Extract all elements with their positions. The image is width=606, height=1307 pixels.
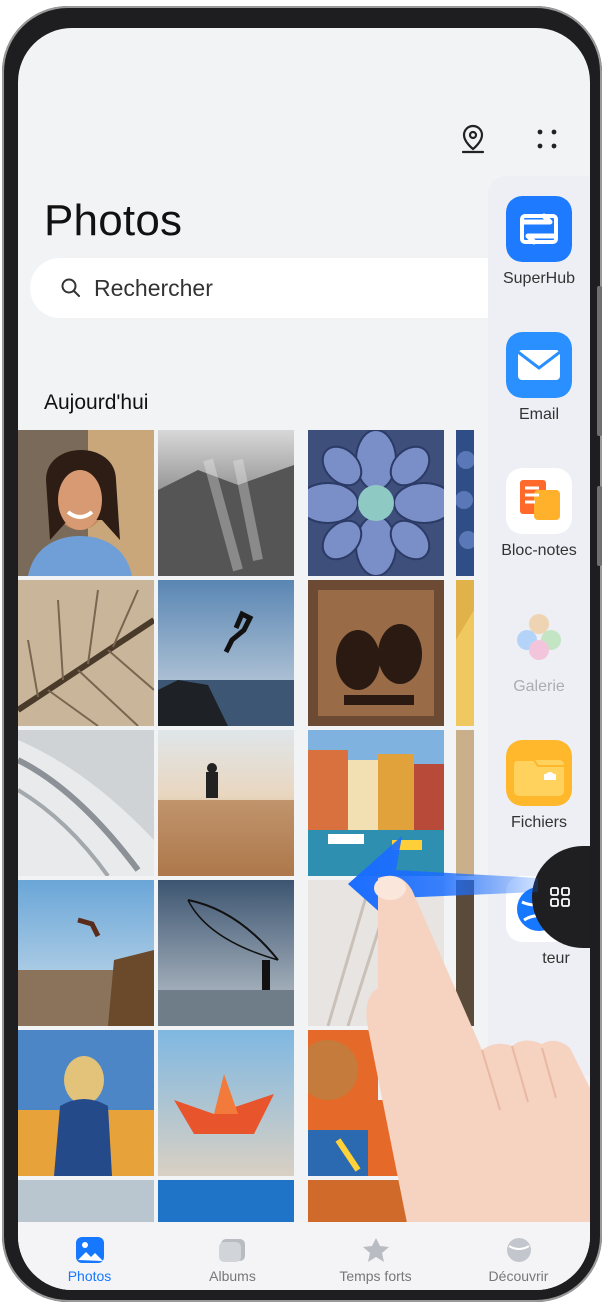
dock-item-galerie[interactable]: Galerie	[488, 604, 590, 696]
tab-temps-forts[interactable]: Temps forts	[316, 1222, 436, 1284]
photo-thumbnail[interactable]	[456, 580, 474, 726]
search-icon	[61, 278, 80, 297]
photo-thumbnail[interactable]	[18, 1030, 154, 1176]
photo-thumbnail[interactable]	[18, 580, 154, 726]
photo-thumbnail[interactable]	[456, 1030, 474, 1176]
photo-thumbnail[interactable]	[456, 880, 474, 1026]
screen: Photos Rechercher Aujourd'hui SuperHub E…	[18, 28, 590, 1290]
app-grid-icon	[550, 887, 570, 907]
photo-thumbnail[interactable]	[18, 730, 154, 876]
tab-label: Découvrir	[488, 1268, 549, 1284]
dock-item-superhub[interactable]: SuperHub	[488, 196, 590, 288]
superhub-icon	[506, 196, 572, 262]
photo-thumbnail[interactable]	[158, 880, 294, 1026]
tab-label: Albums	[209, 1268, 256, 1284]
photos-icon	[75, 1237, 104, 1263]
search-placeholder: Rechercher	[94, 274, 213, 301]
tab-label: Temps forts	[339, 1268, 412, 1284]
tab-photos[interactable]: Photos	[30, 1222, 150, 1284]
location-pin-icon[interactable]	[454, 120, 492, 158]
photo-thumbnail[interactable]	[308, 730, 444, 876]
dock-item-bloc-notes[interactable]: Bloc-notes	[488, 468, 590, 560]
files-icon	[506, 740, 572, 806]
photo-thumbnail[interactable]	[158, 1030, 294, 1176]
page-title: Photos	[44, 196, 183, 245]
photo-thumbnail[interactable]	[308, 880, 444, 1026]
volume-button	[597, 286, 602, 436]
tab-decouvrir[interactable]: Découvrir	[459, 1222, 579, 1284]
photo-thumbnail[interactable]	[18, 430, 154, 576]
dock-item-label: teur	[542, 950, 570, 967]
section-title: Aujourd'hui	[44, 391, 149, 414]
albums-icon	[218, 1239, 245, 1262]
notepad-icon	[506, 468, 572, 534]
gallery-icon	[517, 614, 561, 660]
photo-thumbnail[interactable]	[308, 430, 444, 576]
more-grid-icon[interactable]	[528, 120, 566, 158]
tab-albums[interactable]: Albums	[173, 1222, 293, 1284]
dock-item-label: Email	[518, 406, 559, 423]
dock-item-label: Galerie	[513, 678, 565, 695]
phone-frame: Photos Rechercher Aujourd'hui SuperHub E…	[2, 6, 602, 1302]
email-icon	[506, 332, 572, 398]
photo-thumbnail[interactable]	[158, 580, 294, 726]
photo-thumbnail[interactable]	[308, 580, 444, 726]
dock-item-label: Fichiers	[510, 814, 567, 831]
power-button	[597, 486, 602, 566]
dock-item-label: Bloc-notes	[501, 542, 577, 559]
photo-thumbnail[interactable]	[308, 1030, 444, 1176]
dock-item-label: SuperHub	[502, 270, 576, 287]
tab-label: Photos	[67, 1268, 112, 1284]
photo-thumbnail[interactable]	[456, 730, 474, 876]
bottom-tab-bar: Photos Albums Temps forts Découvrir	[18, 1222, 590, 1290]
discover-icon	[506, 1238, 531, 1262]
dock-item-fichiers[interactable]: Fichiers	[488, 740, 590, 832]
photo-thumbnail[interactable]	[158, 430, 294, 576]
photo-thumbnail[interactable]	[456, 430, 474, 576]
photo-thumbnail[interactable]	[18, 880, 154, 1026]
photo-thumbnail[interactable]	[158, 730, 294, 876]
star-icon	[362, 1238, 389, 1262]
dock-item-email[interactable]: Email	[488, 332, 590, 424]
